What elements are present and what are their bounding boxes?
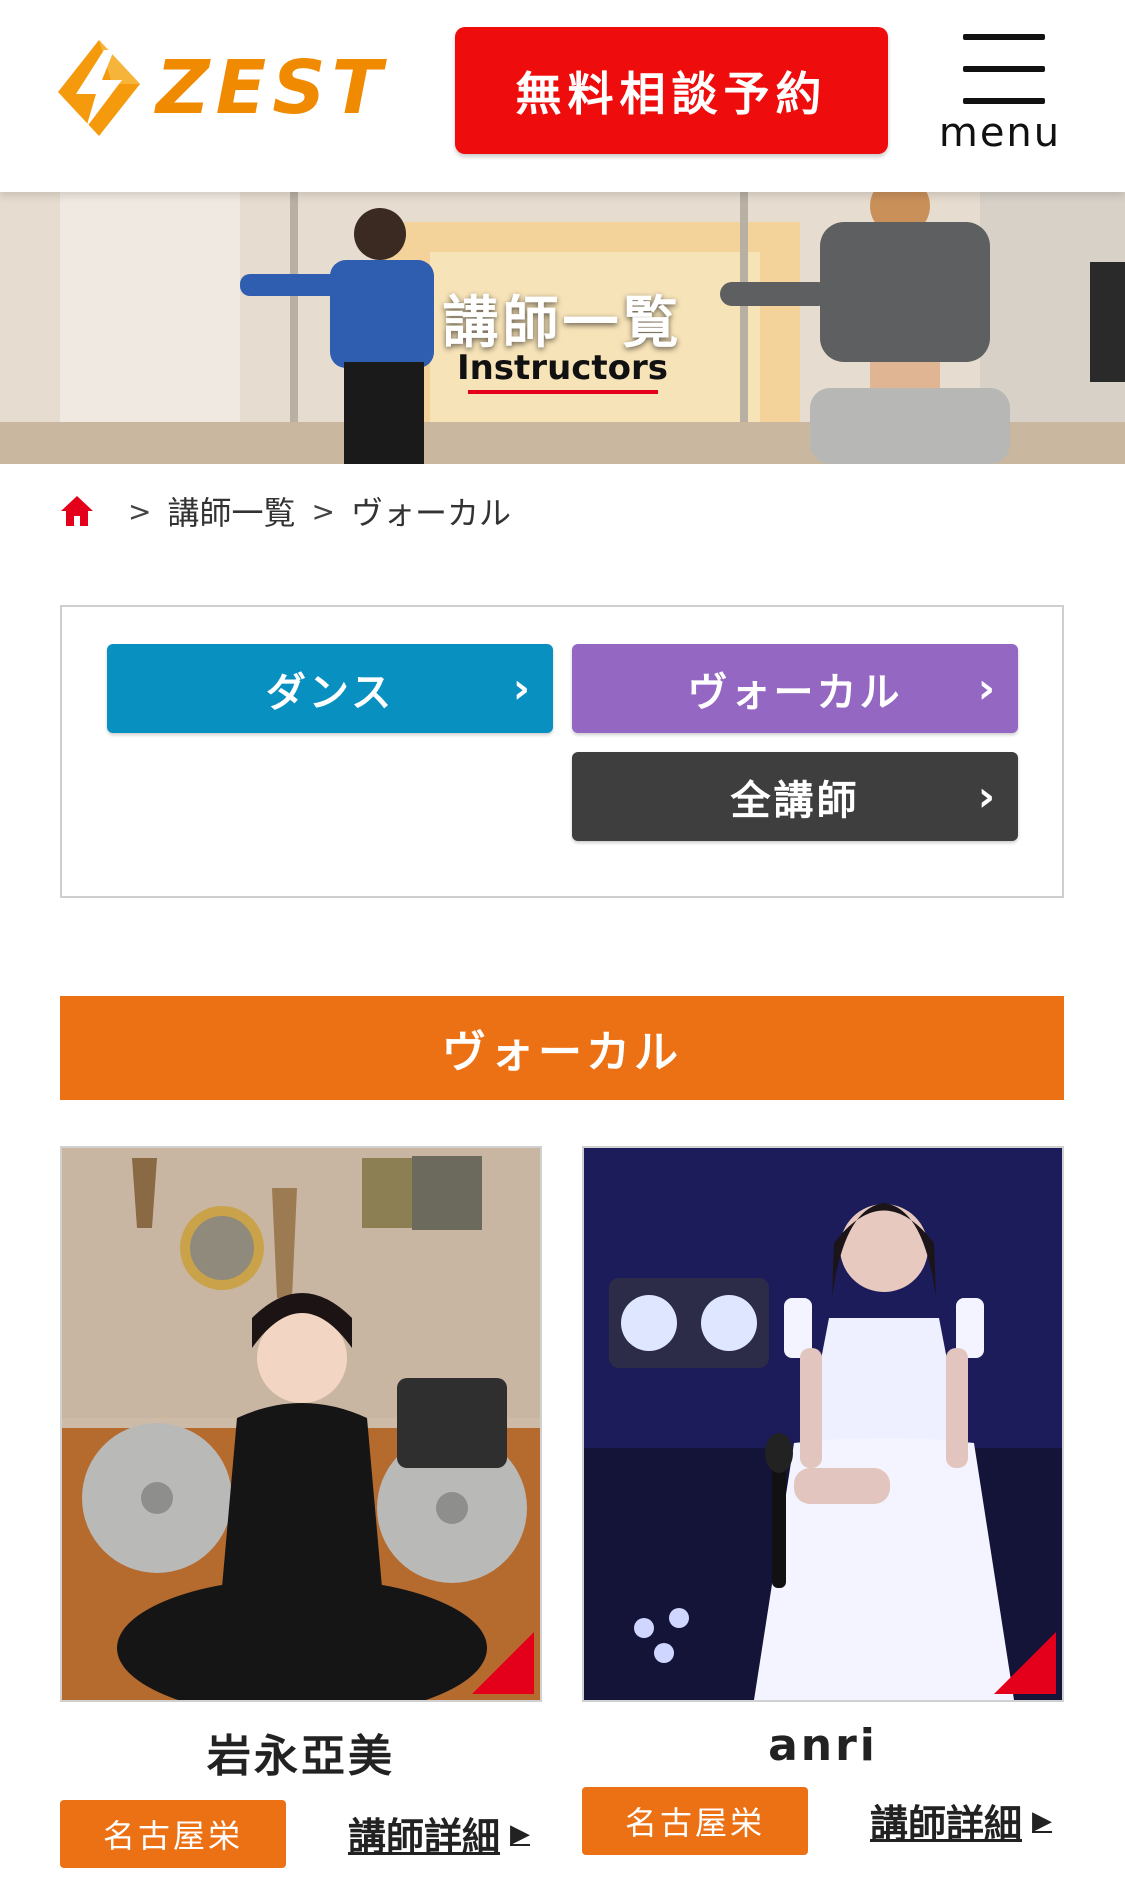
hero-title: 講師一覧 — [442, 291, 683, 356]
chevron-right-icon: › — [977, 771, 998, 821]
menu-button[interactable]: menu — [935, 30, 1065, 156]
vocal-category-button[interactable]: ヴォーカル › — [572, 644, 1018, 733]
instructor-detail-link[interactable]: 講師詳細 ▶ — [870, 1793, 1052, 1848]
instructor-photo[interactable] — [60, 1146, 542, 1702]
instructor-name: anri — [768, 1720, 878, 1771]
breadcrumb-instructors-link[interactable]: 講師一覧 — [167, 488, 295, 534]
dance-category-button[interactable]: ダンス › — [107, 644, 553, 733]
all-instructors-label: 全講師 — [730, 777, 860, 824]
corner-triangle-icon — [472, 1632, 534, 1694]
instructor-card[interactable]: anri 名古屋栄 講師詳細 ▶ — [582, 1146, 1064, 1855]
card-footer: 名古屋栄 講師詳細 ▶ — [60, 1800, 542, 1868]
instructor-card[interactable]: 岩永亞美 名古屋栄 講師詳細 ▶ — [60, 1146, 542, 1868]
section-title-bar: ヴォーカル — [60, 996, 1064, 1100]
chevron-right-icon: › — [512, 663, 533, 713]
hero-subtitle: Instructors — [456, 348, 669, 388]
instructor-portrait-image — [584, 1148, 1062, 1700]
detail-link-label: 講師詳細 — [869, 1802, 1022, 1846]
site-header: ZEST 無料相談予約 menu — [0, 0, 1125, 192]
triangle-right-icon: ▶ — [1032, 1805, 1052, 1836]
home-icon[interactable] — [60, 495, 94, 527]
location-badge: 名古屋栄 — [582, 1787, 808, 1855]
detail-link-label: 講師詳細 — [347, 1815, 500, 1859]
all-instructors-button[interactable]: 全講師 › — [572, 752, 1018, 841]
breadcrumb: > 講師一覧 > ヴォーカル — [60, 488, 511, 534]
breadcrumb-current: ヴォーカル — [350, 494, 511, 532]
breadcrumb-separator: > — [128, 494, 152, 528]
free-consultation-button[interactable]: 無料相談予約 — [455, 27, 888, 154]
instructor-name: 岩永亞美 — [207, 1731, 395, 1782]
instructor-photo[interactable] — [582, 1146, 1064, 1702]
breadcrumb-separator: > — [311, 494, 335, 528]
zest-logo[interactable]: ZEST — [56, 38, 388, 138]
card-footer: 名古屋栄 講師詳細 ▶ — [582, 1787, 1064, 1855]
corner-triangle-icon — [994, 1632, 1056, 1694]
hero-banner: 講師一覧 Instructors — [0, 192, 1125, 464]
chevron-right-icon: › — [977, 663, 998, 713]
logo-text: ZEST — [156, 45, 388, 131]
instructor-portrait-image — [62, 1148, 540, 1700]
hero-underline — [468, 390, 658, 394]
dance-category-label: ダンス — [265, 669, 395, 716]
location-badge: 名古屋栄 — [60, 1800, 286, 1868]
vocal-category-label: ヴォーカル — [687, 669, 903, 716]
instructor-detail-link[interactable]: 講師詳細 ▶ — [348, 1806, 530, 1861]
category-filter-box: ダンス › ヴォーカル › 全講師 › — [60, 605, 1064, 898]
menu-label: menu — [938, 110, 1062, 156]
lightning-logo-icon — [58, 40, 140, 136]
triangle-right-icon: ▶ — [510, 1818, 530, 1849]
